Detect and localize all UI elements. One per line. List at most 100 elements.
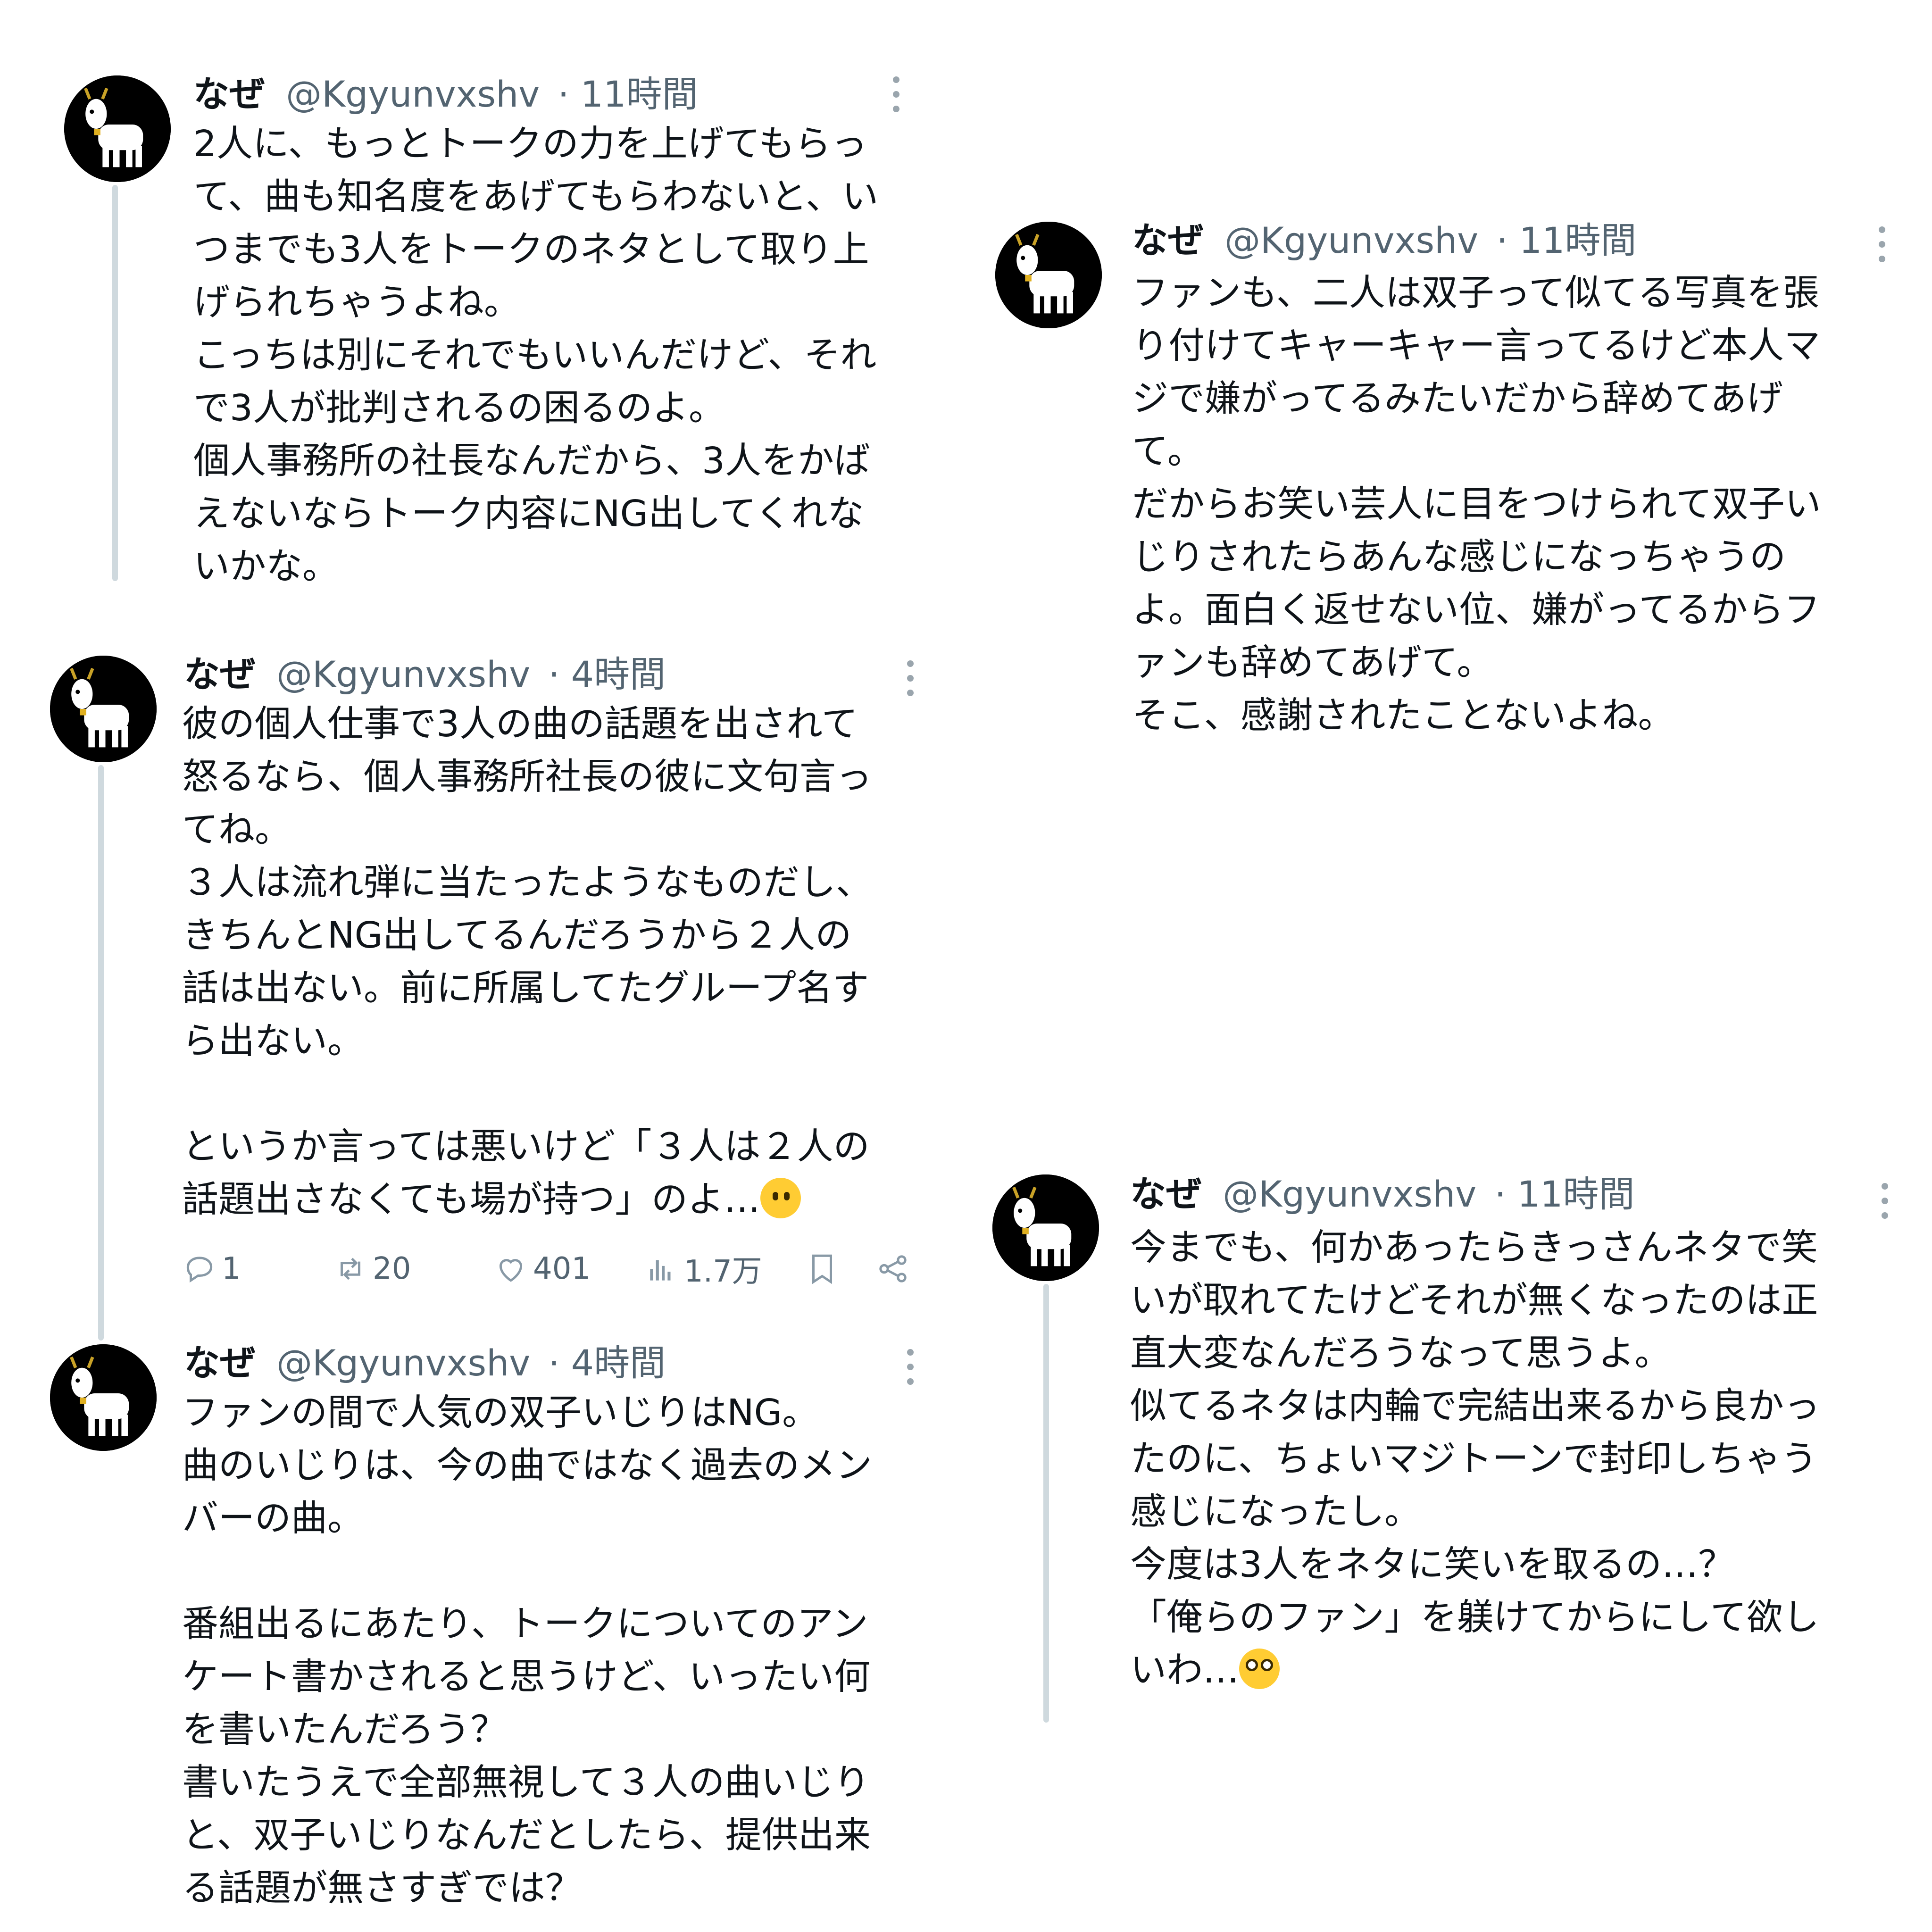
post-text-line: ジで嫌がってるみたいだから辞めてあげ xyxy=(1132,378,1783,420)
post-text-line: というか言っては悪いけど「３人は２人の xyxy=(182,1126,870,1168)
goat-icon xyxy=(50,1344,157,1451)
timestamp[interactable]: · 11時間 xyxy=(1494,1173,1634,1215)
post-text-line: つまでも3人をトークのネタとして取り上 xyxy=(193,229,869,271)
avatar[interactable] xyxy=(995,222,1102,328)
goat-icon xyxy=(50,656,157,762)
post-text-line: ファンの間で人気の双子いじりはNG。 xyxy=(182,1392,819,1434)
more-options-icon[interactable] xyxy=(1880,1183,1890,1219)
post-text-line: そこ、感謝されたことないよね。 xyxy=(1132,695,1674,737)
post-text-line: 今までも、何かあったらきっさんネタで笑 xyxy=(1130,1227,1818,1269)
like-button[interactable]: 401 xyxy=(493,1245,591,1292)
post-text-line: こっちは別にそれでもいいんだけど、それ xyxy=(193,334,877,376)
display-name[interactable]: なぜ xyxy=(193,73,265,115)
post-text-line: と、双子いじりなんだとしたら、提供出来 xyxy=(182,1815,871,1857)
display-name[interactable]: なぜ xyxy=(184,1342,256,1384)
post-header: なぜ @Kgyunvxshv · 4時間 xyxy=(184,1340,666,1387)
reply-icon xyxy=(186,1257,213,1283)
post-header: なぜ @Kgyunvxshv · 4時間 xyxy=(184,651,666,698)
post-text-line: 書いたうえで全部無視して３人の曲いじり xyxy=(182,1762,870,1804)
goat-icon xyxy=(64,75,171,182)
post-text-line: いが取れてたけどそれが無くなったのは正 xyxy=(1130,1280,1818,1322)
avatar[interactable] xyxy=(50,656,157,762)
post-text-line: 「俺らのファン」を躾けてからにして欲し xyxy=(1130,1597,1819,1639)
post-body: 今までも、何かあったらきっさんネタで笑 いが取れてたけどそれが無くなったのは正 直大… xyxy=(1130,1222,1820,1697)
avatar[interactable] xyxy=(50,1344,157,1451)
avatar[interactable] xyxy=(992,1174,1099,1281)
display-name[interactable]: なぜ xyxy=(1132,219,1204,261)
thread-line xyxy=(1043,1284,1049,1723)
post-text-line: 彼の個人仕事で3人の曲の話題を出されて xyxy=(182,703,858,745)
post-body: 2人に、もっとトークの力を上げてもらっ て、曲も知名度をあげてもらわないと、い つま… xyxy=(193,118,878,593)
post-text-line: で3人が批判されるの困るのよ。 xyxy=(193,387,725,429)
melting-face-emoji xyxy=(760,1178,801,1218)
repost-icon xyxy=(341,1257,360,1280)
post-text-line: ３人は流れ弾に当たったようなものだし、 xyxy=(182,862,872,904)
post-text-line xyxy=(182,1068,872,1121)
bookmark-button[interactable] xyxy=(805,1245,844,1292)
heart-icon xyxy=(499,1259,523,1282)
more-options-icon[interactable] xyxy=(891,76,901,112)
share-button[interactable] xyxy=(875,1245,915,1292)
post-text-line: だからお笑い芸人に目をつけられて双子い xyxy=(1132,483,1821,525)
timestamp[interactable]: · 11時間 xyxy=(1496,219,1636,261)
views-button[interactable]: 1.7万 xyxy=(644,1245,762,1292)
timestamp[interactable]: · 11時間 xyxy=(558,73,698,115)
post-body: 彼の個人仕事で3人の曲の話題を出されて 怒るなら、個人事務所社長の彼に文句言っ てね… xyxy=(182,698,872,1226)
post-header: なぜ @Kgyunvxshv · 11時間 xyxy=(193,71,698,118)
post-text-line: きちんとNG出してるんだろうから２人の xyxy=(182,915,852,957)
post-text-line: ァンも辞めてあげて。 xyxy=(1132,642,1493,684)
post-text-line: る話題が無さすぎでは？ xyxy=(182,1867,582,1909)
display-name[interactable]: なぜ xyxy=(184,653,256,695)
post-text-line: 2人に、もっとトークの力を上げてもらっ xyxy=(193,123,867,165)
post-body: ファンも、二人は双子って似てる写真を張 り付けてキャーキャー言ってるけど本人マ ジで… xyxy=(1132,267,1821,742)
handle[interactable]: @Kgyunvxshv xyxy=(286,73,540,115)
post-text-line: 個人事務所の社長なんだから、3人をかば xyxy=(193,440,870,482)
handle[interactable]: @Kgyunvxshv xyxy=(276,1342,530,1384)
post-text-line: いかな。 xyxy=(193,546,339,588)
reply-count: 1 xyxy=(222,1251,241,1286)
flushed-face-emoji xyxy=(1239,1649,1280,1689)
like-count: 401 xyxy=(533,1251,591,1286)
more-options-icon[interactable] xyxy=(906,1349,915,1385)
post-text-line: てね。 xyxy=(182,809,291,851)
post-text-line: いわ… xyxy=(1130,1644,1820,1697)
post-text-line: バーの曲。 xyxy=(182,1498,364,1540)
post-text-line: たのに、ちょいマジトーンで封印しちゃう xyxy=(1130,1438,1817,1480)
handle[interactable]: @Kgyunvxshv xyxy=(1223,1173,1476,1215)
repost-count: 20 xyxy=(373,1251,411,1286)
post-text-line: よ。面白く返せない位、嫌がってるからフ xyxy=(1132,589,1821,631)
post-text-line: 曲のいじりは、今の曲ではなく過去のメン xyxy=(182,1445,872,1487)
thread-line xyxy=(98,765,104,1341)
repost-button[interactable]: 20 xyxy=(333,1245,411,1292)
more-options-icon[interactable] xyxy=(906,660,915,696)
display-name[interactable]: なぜ xyxy=(1130,1173,1202,1215)
timestamp[interactable]: · 4時間 xyxy=(548,1342,666,1384)
post-text-line: げられちゃうよね。 xyxy=(193,282,520,324)
thread-line xyxy=(112,185,118,581)
handle[interactable]: @Kgyunvxshv xyxy=(276,653,530,695)
handle[interactable]: @Kgyunvxshv xyxy=(1224,219,1478,261)
post-text-line: 感じになったし。 xyxy=(1130,1491,1421,1533)
post-text-line: て。 xyxy=(1132,431,1204,473)
post-text-line: り付けてキャーキャー言ってるけど本人マ xyxy=(1132,325,1821,367)
timestamp[interactable]: · 4時間 xyxy=(548,653,666,695)
bookmark-icon xyxy=(812,1254,832,1284)
post-text-line: を書いたんだろう？ xyxy=(182,1709,507,1751)
post-text-line: ファンも、二人は双子って似てる写真を張 xyxy=(1132,272,1819,314)
post-text-line: 似てるネタは内輪で完結出来るから良かっ xyxy=(1130,1385,1820,1427)
post-text-line: 怒るなら、個人事務所社長の彼に文句言っ xyxy=(182,756,872,798)
share-icon xyxy=(879,1255,907,1282)
avatar[interactable] xyxy=(64,75,171,182)
post-text-line: じりされたらあんな感じになっちゃうの xyxy=(1132,536,1786,578)
views-icon xyxy=(650,1260,671,1281)
post-header: なぜ @Kgyunvxshv · 11時間 xyxy=(1130,1171,1634,1218)
goat-icon xyxy=(995,222,1102,328)
post-text-line: ケート書かされると思うけど、いったい何 xyxy=(182,1656,871,1698)
post-header: なぜ @Kgyunvxshv · 11時間 xyxy=(1132,217,1636,264)
action-bar: 1 20 401 1.7万 xyxy=(182,1245,918,1292)
goat-icon xyxy=(992,1174,1099,1281)
more-options-icon[interactable] xyxy=(1877,226,1887,262)
post-text-line: 話は出ない。前に所属してたグループ名す xyxy=(182,967,869,1009)
post-text-line: 番組出るにあたり、トークについてのアン xyxy=(182,1603,868,1645)
reply-button[interactable]: 1 xyxy=(182,1245,241,1292)
